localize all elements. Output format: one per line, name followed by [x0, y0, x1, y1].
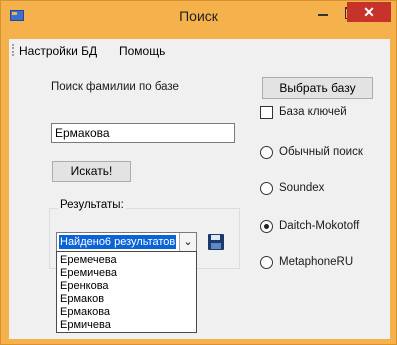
results-combobox-value: Найдено6 результатов [59, 235, 176, 249]
radio-metaphone-ru-label[interactable]: MetaphoneRU [279, 256, 353, 268]
dropdown-list-item[interactable]: Ермакова [57, 306, 196, 319]
close-button[interactable]: ✕ [347, 2, 391, 22]
menu-item-help[interactable]: Помощь [119, 44, 165, 58]
radio-daitch-mokotoff-label[interactable]: Daitch-Mokotoff [279, 220, 359, 232]
results-dropdown-list[interactable]: Еремечева Еремичева Еренкова Ермаков Ерм… [56, 251, 197, 333]
radio-daitch-mokotoff[interactable] [260, 220, 273, 233]
save-results-button[interactable] [206, 232, 226, 252]
search-label: Поиск фамилии по базе [51, 81, 179, 93]
dropdown-list-item[interactable]: Еремичева [57, 267, 196, 280]
search-button[interactable]: Искать! [52, 161, 131, 182]
results-group-label: Результаты: [58, 199, 126, 211]
radio-plain-search[interactable] [260, 146, 273, 159]
radio-metaphone-ru[interactable] [260, 256, 273, 269]
menu-grip-icon[interactable] [12, 44, 14, 56]
title-bar[interactable]: Поиск ✕ [1, 1, 396, 31]
key-base-label[interactable]: База ключей [279, 106, 347, 118]
results-combobox[interactable]: Найдено6 результатов ⌄ [56, 232, 197, 252]
dropdown-list-item[interactable]: Ермичева [57, 319, 196, 332]
menu-bar: Настройки БД Помощь [9, 39, 390, 61]
key-base-checkbox[interactable] [260, 106, 273, 119]
radio-soundex-label[interactable]: Soundex [279, 182, 324, 194]
floppy-disk-icon [208, 234, 224, 250]
search-window: Поиск ✕ Настройки БД Помощь Поиск фамили… [0, 0, 397, 345]
dropdown-list-item[interactable]: Еремечева [57, 254, 196, 267]
surname-input[interactable]: Ермакова [51, 123, 235, 143]
radio-plain-search-label[interactable]: Обычный поиск [279, 146, 363, 158]
menu-item-db-settings[interactable]: Настройки БД [19, 44, 97, 58]
dropdown-list-item[interactable]: Еренкова [57, 280, 196, 293]
chevron-down-icon[interactable]: ⌄ [179, 233, 196, 251]
radio-soundex[interactable] [260, 182, 273, 195]
minimize-button[interactable] [310, 2, 336, 22]
client-area: Настройки БД Помощь Поиск фамилии по баз… [9, 39, 390, 339]
dropdown-list-item[interactable]: Ермаков [57, 293, 196, 306]
choose-database-button[interactable]: Выбрать базу [262, 77, 373, 99]
